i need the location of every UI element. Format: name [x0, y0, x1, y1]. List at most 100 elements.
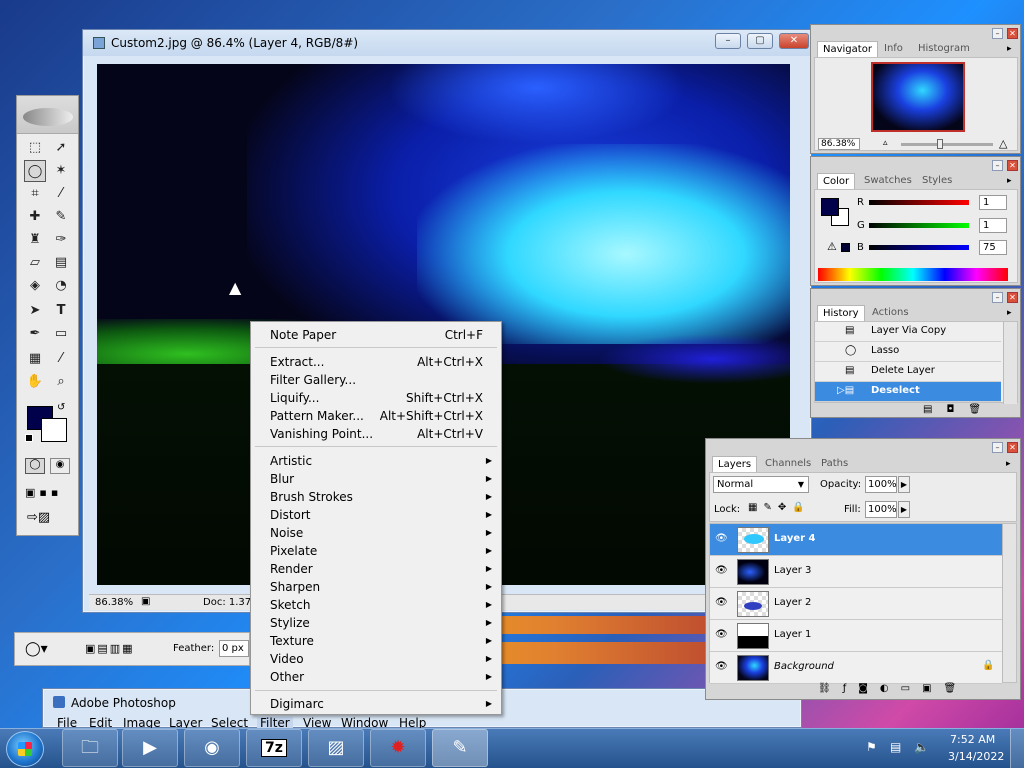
explorer-taskbar-icon[interactable]: 🗀: [62, 729, 118, 767]
zoom-tool-icon[interactable]: ⌕: [50, 371, 72, 393]
tray-volume-icon[interactable]: 🔈: [914, 740, 929, 754]
marquee-tool-icon[interactable]: ⬚: [24, 137, 46, 159]
menu-item-distort[interactable]: Distort ▶: [252, 506, 500, 524]
history-scrollbar[interactable]: [1003, 322, 1017, 404]
layer-row-layer-1[interactable]: 👁 Layer 1: [710, 620, 1002, 652]
menu-item-stylize[interactable]: Stylize ▶: [252, 614, 500, 632]
navigator-zoom[interactable]: 86.38%: [818, 138, 860, 150]
swap-colors-icon[interactable]: ↺: [57, 402, 65, 413]
menu-item-render[interactable]: Render ▶: [252, 560, 500, 578]
menu-item-brush-strokes[interactable]: Brush Strokes ▶: [252, 488, 500, 506]
menu-item-sharpen[interactable]: Sharpen ▶: [252, 578, 500, 596]
r-slider[interactable]: [869, 200, 969, 205]
menu-item-other[interactable]: Other ▶: [252, 668, 500, 686]
eye-icon[interactable]: 👁: [715, 629, 728, 640]
shape-tool-icon[interactable]: ▭: [50, 323, 72, 345]
clock-date[interactable]: 3/14/2022: [948, 750, 1004, 763]
image-window-titlebar[interactable]: Custom2.jpg @ 86.4% (Layer 4, RGB/8#) – …: [83, 30, 811, 56]
b-input[interactable]: 75: [979, 240, 1007, 255]
magic-wand-tool-icon[interactable]: ✶: [50, 160, 72, 182]
clone-stamp-tool-icon[interactable]: ♜: [24, 229, 46, 251]
panel-menu-arrow-icon[interactable]: ▸: [1007, 44, 1012, 54]
r-input[interactable]: 1: [979, 195, 1007, 210]
quickmask-mode-button[interactable]: ◉: [50, 458, 70, 474]
layer-row-layer-4[interactable]: 👁 Layer 4: [710, 524, 1002, 556]
menu-item-noise[interactable]: Noise ▶: [252, 524, 500, 542]
panel-close-button[interactable]: ✕: [1007, 28, 1018, 39]
eyedropper-tool-icon[interactable]: ⁄: [50, 348, 72, 370]
pen-tool-icon[interactable]: ✒: [24, 323, 46, 345]
chrome-taskbar-icon[interactable]: ◉: [184, 729, 240, 767]
fill-arrow-button[interactable]: ▶: [898, 501, 910, 518]
menu-item-filter-gallery[interactable]: Filter Gallery...: [252, 371, 500, 389]
history-brush-tool-icon[interactable]: ✑: [50, 229, 72, 251]
path-selection-tool-icon[interactable]: ➤: [24, 300, 46, 322]
notes-tool-icon[interactable]: ▦: [24, 348, 46, 370]
panel-menu-arrow-icon[interactable]: ▸: [1007, 308, 1012, 318]
lasso-preset-icon[interactable]: ◯▾: [25, 641, 48, 657]
blend-mode-select[interactable]: Normal ▼: [713, 476, 809, 493]
selection-mode-icons[interactable]: ▣▤▥▦: [85, 642, 135, 655]
panel-close-button[interactable]: ✕: [1007, 442, 1018, 453]
tab-layers[interactable]: Layers: [712, 456, 758, 472]
menu-item-liquify[interactable]: Liquify... Shift+Ctrl+X: [252, 389, 500, 407]
g-slider[interactable]: [869, 223, 969, 228]
crop-tool-icon[interactable]: ⌗: [24, 183, 46, 205]
7zip-taskbar-icon[interactable]: 7z: [246, 729, 302, 767]
fill-input[interactable]: 100%: [865, 501, 897, 518]
tab-navigator[interactable]: Navigator: [817, 41, 878, 57]
move-tool-icon[interactable]: ➚: [50, 137, 72, 159]
tab-color[interactable]: Color: [817, 173, 856, 189]
eye-icon[interactable]: 👁: [715, 565, 728, 576]
background-color-swatch[interactable]: [41, 418, 67, 442]
menu-item-vanishing-point[interactable]: Vanishing Point... Alt+Ctrl+V: [252, 425, 500, 443]
blur-tool-icon[interactable]: ◈: [24, 275, 46, 297]
menu-item-extract[interactable]: Extract... Alt+Ctrl+X: [252, 353, 500, 371]
layer-row-layer-2[interactable]: 👁 Layer 2: [710, 588, 1002, 620]
panel-minimize-button[interactable]: –: [992, 28, 1003, 39]
history-item-selected[interactable]: ▷▤ Deselect: [815, 382, 1001, 402]
standard-mode-button[interactable]: ◯: [25, 458, 45, 474]
menu-item-artistic[interactable]: Artistic ▶: [252, 452, 500, 470]
color-foreground-swatch[interactable]: [821, 198, 839, 216]
panel-menu-arrow-icon[interactable]: ▸: [1007, 176, 1012, 186]
tab-styles[interactable]: Styles: [917, 173, 957, 189]
maximize-button[interactable]: ▢: [747, 33, 773, 49]
panel-minimize-button[interactable]: –: [992, 292, 1003, 303]
menu-item-pixelate[interactable]: Pixelate ▶: [252, 542, 500, 560]
show-desktop-button[interactable]: [1010, 729, 1024, 768]
warning-icon[interactable]: ⚠: [827, 240, 837, 253]
panel-close-button[interactable]: ✕: [1007, 160, 1018, 171]
layer-row-layer-3[interactable]: 👁 Layer 3: [710, 556, 1002, 588]
zoom-out-icon[interactable]: ▵: [883, 138, 888, 148]
close-button[interactable]: ✕: [779, 33, 809, 49]
minimize-button[interactable]: –: [715, 33, 741, 49]
menu-item-blur[interactable]: Blur ▶: [252, 470, 500, 488]
tab-channels[interactable]: Channels: [760, 456, 816, 472]
zoom-in-icon[interactable]: △: [999, 137, 1007, 150]
hand-tool-icon[interactable]: ✋: [24, 371, 46, 393]
web-color-icon[interactable]: [841, 243, 850, 252]
zoom-slider[interactable]: [901, 143, 993, 146]
picture-viewer-taskbar-icon[interactable]: ▨: [308, 729, 364, 767]
menu-item-video[interactable]: Video ▶: [252, 650, 500, 668]
menu-item-sketch[interactable]: Sketch ▶: [252, 596, 500, 614]
brush-tool-icon[interactable]: ✎: [50, 206, 72, 228]
start-button[interactable]: [6, 731, 44, 767]
panel-menu-arrow-icon[interactable]: ▸: [1006, 459, 1011, 469]
panel-close-button[interactable]: ✕: [1007, 292, 1018, 303]
opacity-arrow-button[interactable]: ▶: [898, 476, 910, 493]
menu-item-digimarc[interactable]: Digimarc ▶: [252, 695, 500, 713]
eye-icon[interactable]: 👁: [715, 597, 728, 608]
layers-footer-icons[interactable]: ⛓ƒ◙◐▭▣🗑: [818, 683, 968, 694]
feather-input[interactable]: 0 px: [219, 640, 249, 657]
status-arrow-icon[interactable]: ▣: [141, 596, 150, 607]
panel-minimize-button[interactable]: –: [992, 160, 1003, 171]
lock-icons[interactable]: ▦✎✥🔒: [748, 502, 811, 513]
dodge-tool-icon[interactable]: ◔: [50, 275, 72, 297]
default-colors-icon[interactable]: [25, 434, 33, 442]
menu-item-texture[interactable]: Texture ▶: [252, 632, 500, 650]
photoshop-taskbar-icon[interactable]: ✎: [432, 729, 488, 767]
g-input[interactable]: 1: [979, 218, 1007, 233]
feather-logo-icon[interactable]: [23, 108, 73, 126]
